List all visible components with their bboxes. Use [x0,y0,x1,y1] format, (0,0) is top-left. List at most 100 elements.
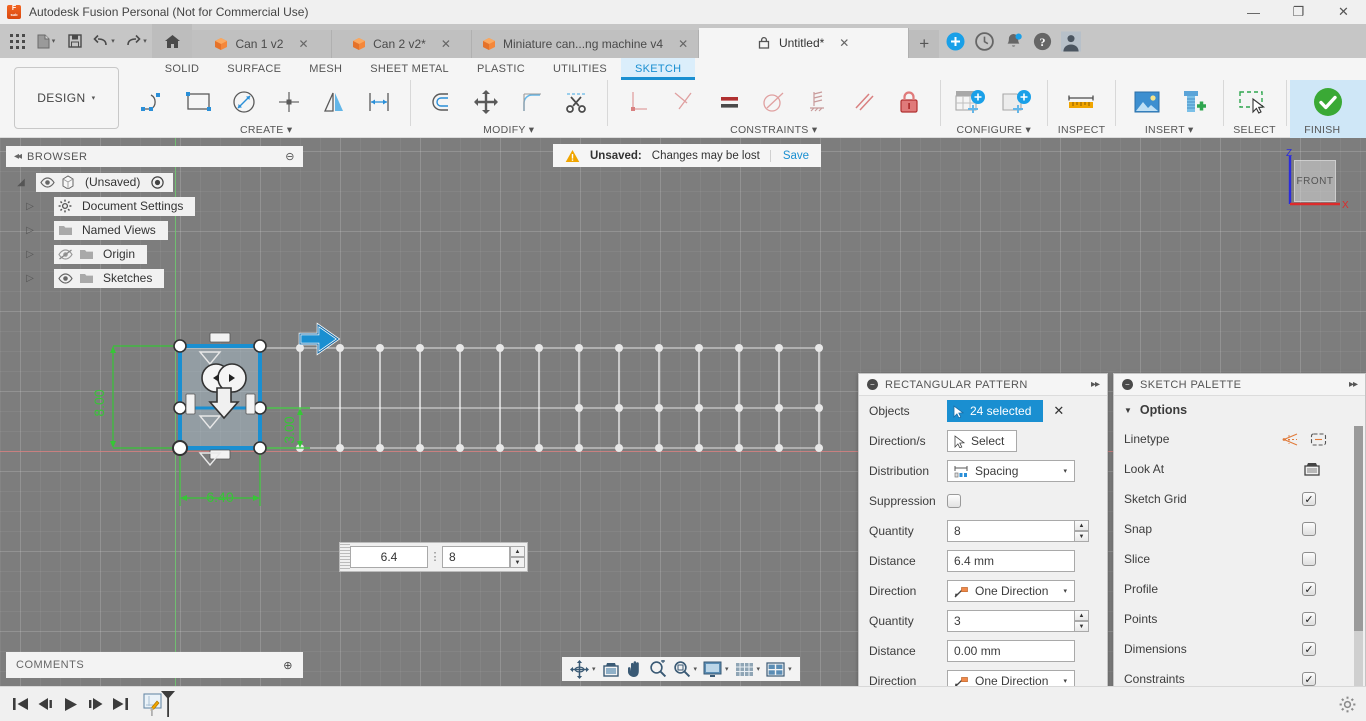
create-point-icon[interactable] [268,81,310,123]
zoom-window-icon[interactable]: ▾ [671,658,700,680]
ribbon-tab-utilities[interactable]: UTILITIES [539,58,621,80]
constraint-perpendicular-icon[interactable] [618,81,660,123]
direction-1-caret[interactable]: ▾ [1063,587,1067,595]
display-settings-caret[interactable]: ▾ [725,665,729,673]
comments-add-icon[interactable]: ⊕ [283,659,293,672]
inline-quantity-input[interactable] [442,546,510,568]
create-rectangle-icon[interactable] [178,81,220,123]
browser-item-document-settings[interactable]: ▷ Document Settings [6,194,303,218]
gear-icon[interactable] [1339,696,1356,713]
constraint-tangent-icon[interactable] [663,81,705,123]
save-link[interactable]: Save [769,149,809,162]
close-button[interactable]: ✕ [1321,0,1366,24]
direction-1-dropdown[interactable]: One Direction ▾ [947,580,1075,602]
document-tab-2[interactable]: Miniature can...ng machine v4 ✕ [472,30,700,58]
dialog-collapse-icon[interactable]: − [867,379,878,390]
browser-expand-1[interactable]: ▷ [6,201,54,212]
dialog-pin-icon[interactable]: ▸▸ [1091,379,1100,390]
distance-1-input[interactable]: 6.4 mm [947,550,1075,572]
quantity-1-up[interactable]: ▲ [1075,520,1089,531]
constraints-checkbox[interactable]: ✓ [1302,672,1316,686]
canvas-viewport[interactable]: 8.00 6.40 3.00 6.4 ⋮ 8 ▲ ▼ ◂◂ BROWSER ⊖ … [0,138,1366,686]
quantity-1-input[interactable]: 8 [947,520,1075,542]
grid-snap-icon[interactable]: ▾ [733,658,763,680]
constraint-equal-icon[interactable] [708,81,750,123]
inline-quantity-up[interactable]: ▲ [510,546,525,557]
sketch-timeline-marker-icon[interactable] [143,689,175,719]
create-mirror-icon[interactable] [313,81,355,123]
inline-editor-grip[interactable] [340,544,350,570]
constraint-lock-icon[interactable] [888,81,930,123]
document-tab-1[interactable]: Can 2 v2* ✕ [332,30,472,58]
viewports-caret[interactable]: ▾ [788,665,792,673]
modify-caret[interactable]: ▾ [529,124,535,136]
sketch-grid-checkbox[interactable]: ✓ [1302,492,1316,506]
quantity-1-spinner[interactable]: ▲ ▼ [1075,520,1089,542]
save-icon[interactable] [62,26,88,56]
points-checkbox[interactable]: ✓ [1302,612,1316,626]
finish-sketch-check-icon[interactable] [1307,81,1349,123]
quantity-2-spinner[interactable]: ▲ ▼ [1075,610,1089,632]
suppression-checkbox[interactable] [947,494,961,508]
document-tab-close-1[interactable]: ✕ [441,37,451,51]
distribution-dropdown[interactable]: Spacing ▾ [947,460,1075,482]
configure-caret[interactable]: ▾ [1025,124,1031,136]
insert-caret[interactable]: ▾ [1188,124,1194,136]
constraints-caret[interactable]: ▾ [812,124,818,136]
directions-select-button[interactable]: Select [947,430,1018,452]
new-tab-button[interactable]: + [909,30,940,58]
modify-offset-icon[interactable] [420,81,462,123]
browser-expand-3[interactable]: ▷ [6,249,54,260]
construction-line-icon[interactable] [1281,432,1298,447]
direction-2-dropdown[interactable]: One Direction ▾ [947,670,1075,686]
browser-item-named-views[interactable]: ▷ Named Views [6,218,303,242]
timeline-start-icon[interactable] [8,689,33,719]
quantity-2-up[interactable]: ▲ [1075,610,1089,621]
redo-icon[interactable]: ▾ [120,26,152,56]
document-tab-close-2[interactable]: ✕ [678,37,688,51]
quantity-2-down[interactable]: ▼ [1075,621,1089,632]
direction-2-caret[interactable]: ▾ [1063,677,1067,685]
account-avatar[interactable] [1061,31,1082,51]
distance-2-input[interactable]: 0.00 mm [947,640,1075,662]
timeline-play-icon[interactable] [58,689,83,719]
maximize-button[interactable]: ❐ [1276,0,1321,24]
insert-canvas-image-icon[interactable] [1126,81,1168,123]
browser-item-origin[interactable]: ▷ Origin [6,242,303,266]
grid-snap-caret[interactable]: ▾ [757,665,761,673]
create-circle-icon[interactable] [223,81,265,123]
slice-checkbox[interactable]: ✓ [1302,552,1316,566]
eye-hidden-icon[interactable] [57,247,73,261]
insert-mcmaster-part-icon[interactable] [1171,81,1213,123]
browser-expand-2[interactable]: ▷ [6,225,54,236]
document-tab-close-3[interactable]: ✕ [839,36,849,50]
ribbon-group-finish-sketch[interactable]: FINISH SKETCH ▾ [1290,80,1366,160]
palette-pin-icon[interactable]: ▸▸ [1349,379,1358,390]
browser-item-sketches[interactable]: ▷ Sketches [6,266,303,290]
distribution-caret[interactable]: ▾ [1063,467,1067,475]
extensions-icon[interactable] [945,31,965,51]
comments-panel[interactable]: COMMENTS ⊕ [6,652,303,678]
ribbon-tab-sheet-metal[interactable]: SHEET METAL [356,58,463,80]
look-at-icon[interactable] [600,658,622,680]
redo-caret[interactable]: ▾ [143,37,147,45]
activate-radio-icon[interactable] [149,175,165,189]
orbit-caret[interactable]: ▾ [592,665,596,673]
sketch-palette[interactable]: − SKETCH PALETTE ▸▸ ▼ Options Linetype L… [1113,373,1366,686]
palette-collapse-icon[interactable]: − [1122,379,1133,390]
home-icon[interactable] [152,24,192,58]
timeline-next-icon[interactable] [83,689,108,719]
select-window-icon[interactable] [1233,81,1275,123]
inline-quantity-down[interactable]: ▼ [510,557,525,568]
new-document-caret[interactable]: ▾ [52,37,56,45]
display-settings-icon[interactable]: ▾ [701,658,731,680]
ribbon-tab-sketch[interactable]: SKETCH [620,58,696,80]
zoom-window-caret[interactable]: ▾ [694,665,698,673]
constraint-tangent-circle-icon[interactable] [753,81,795,123]
ribbon-tab-plastic[interactable]: PLASTIC [463,58,539,80]
eye-visible-icon[interactable] [57,271,73,285]
eye-visible-icon[interactable] [39,175,55,189]
job-status-icon[interactable] [974,31,994,51]
pan-hand-icon[interactable] [624,658,645,680]
ribbon-tab-surface[interactable]: SURFACE [213,58,295,80]
